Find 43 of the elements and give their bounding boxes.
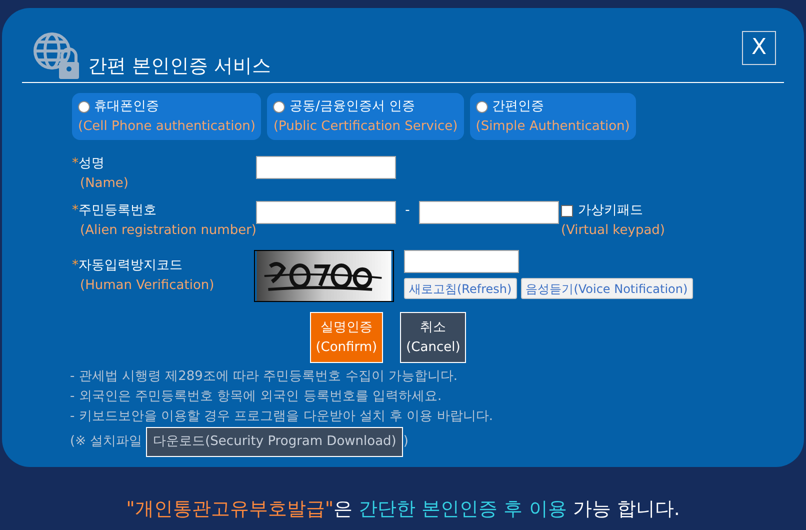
required-mark: * [72,155,78,173]
option-label: 휴대폰인증 [94,98,159,116]
field-label: 자동입력방지코드 [78,257,182,275]
option-label: 간편인증 [492,98,544,116]
footer-message: "개인통관고유부호발급"은 간단한 본인인증 후 이용 가능 합니다. [126,497,680,522]
notice-text: - 외국인은 주민등록번호 항목에 외국인 등록번호를 입력하세요. [70,388,443,406]
option-english: (Simple Authentication) [476,118,630,136]
field-label: 주민등록번호 [78,202,156,220]
field-english: (Human Verification) [79,276,216,294]
captcha-field[interactable] [404,250,519,273]
cancel-button[interactable]: 취소 (Cancel) [400,312,466,363]
captcha-button[interactable]: 새로고침(Refresh) [404,278,517,299]
notice-text: - 키보드보안을 이용할 경우 프로그램을 다운받아 설치 후 이용 바랍니다. [70,408,494,426]
confirm-button[interactable]: 실명인증 (Confirm) [310,312,384,363]
option-label: 공동/금융인증서 인증 [289,98,415,116]
install-prefix: (※ 설치파일 [70,433,142,451]
field-label: 성명 [78,155,104,173]
required-mark: * [72,202,78,220]
radio-button[interactable] [78,100,90,113]
globe-lock-icon [32,30,82,80]
field-english: (Name) [79,174,130,192]
captcha-button[interactable]: 음성듣기(Voice Notification) [520,278,693,299]
radio-button[interactable] [476,100,488,113]
keypad-label: 가상키패드 [578,202,643,220]
install-suffix: ) [403,433,408,451]
separator-text: - [404,202,411,220]
dialog-title: 간편 본인인증 서비스 [88,57,272,76]
option-english: (Cell Phone authentication) [78,118,256,136]
download-button[interactable]: 다운로드(Security Program Download) [146,427,404,457]
id-number-field[interactable] [419,201,559,224]
radio-button[interactable] [273,100,286,113]
field-english: (Alien registration number) [79,222,256,240]
option-english: (Public Certification Service) [273,118,458,136]
keypad-checkbox[interactable] [561,204,573,217]
auth-option[interactable]: 공동/금융인증서 인증 (Public Certification Service) [267,93,464,140]
notice-text: - 관세법 시행령 제289조에 따라 주민등록번호 수집이 가능합니다. [70,368,459,386]
name-field[interactable] [256,156,396,179]
id-number-field[interactable] [256,201,396,224]
auth-option[interactable]: 간편인증 (Simple Authentication) [470,93,636,140]
close-button[interactable]: X [742,31,776,65]
keypad-english: (Virtual keypad) [561,222,665,240]
required-mark: * [72,257,78,275]
auth-option[interactable]: 휴대폰인증 (Cell Phone authentication) [72,93,262,140]
